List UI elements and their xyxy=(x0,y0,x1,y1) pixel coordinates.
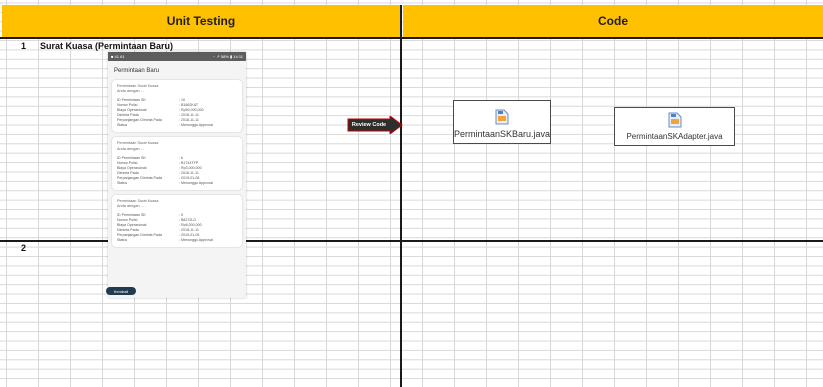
section-title: Surat Kuasa (Permintaan Baru) xyxy=(40,41,174,51)
card-key: Status xyxy=(117,180,128,185)
java-file-icon xyxy=(668,112,681,128)
java-file[interactable]: PermintaanSKBaru.java xyxy=(453,100,551,144)
card-key: Status xyxy=(117,238,128,243)
card-row: Status : Menunggu Approval xyxy=(117,181,237,186)
review-code-label: Review Code xyxy=(351,121,387,128)
row-number: 1 xyxy=(21,41,27,51)
file-name: PermintaanSKBaru.java xyxy=(453,129,551,139)
card-value: : Menunggu Approval xyxy=(179,180,213,185)
request-card[interactable]: Permintaan Surat Kuasa Anda dengan ... I… xyxy=(112,80,242,133)
status-right: ·· ↗ 58% ▮ 14:11 xyxy=(212,54,243,59)
phone-status-bar: ■ 41 61 ·· ↗ 58% ▮ 14:11 xyxy=(108,52,246,61)
unit-testing-header-label: Unit Testing xyxy=(166,14,236,28)
request-card[interactable]: Permintaan Surat Kuasa Anda dengan ... I… xyxy=(112,194,242,248)
row-divider xyxy=(0,37,823,39)
file-name: PermintaanSKAdapter.java xyxy=(626,132,723,141)
code-header: Code xyxy=(403,5,823,38)
unit-testing-header: Unit Testing xyxy=(2,5,400,38)
card-value: : Menunggu Approval xyxy=(179,123,213,128)
card-value: : Menunggu Approval xyxy=(179,238,213,243)
card-subtitle: Anda dengan ... xyxy=(117,204,144,209)
request-card[interactable]: Permintaan Surat Kuasa Anda dengan ... I… xyxy=(112,137,242,190)
java-file-icon xyxy=(495,109,509,125)
status-left: ■ 41 61 xyxy=(111,54,125,59)
code-header-label: Code xyxy=(598,14,628,28)
row-number: 2 xyxy=(21,243,27,253)
card-subtitle: Anda dengan ... xyxy=(117,89,144,94)
back-button[interactable]: Kembali xyxy=(106,287,136,295)
card-subtitle: Anda dengan ... xyxy=(117,146,144,151)
card-row: Status : Menunggu Approval xyxy=(117,123,237,128)
column-divider xyxy=(400,5,402,387)
app-title: Permintaan Baru xyxy=(114,68,160,74)
java-file[interactable]: PermintaanSKAdapter.java xyxy=(614,107,735,146)
card-key: Status xyxy=(117,123,128,128)
phone-screenshot: ■ 41 61 ·· ↗ 58% ▮ 14:11 Permintaan Baru… xyxy=(108,52,246,298)
card-row: Status : Menunggu Approval xyxy=(117,238,237,243)
